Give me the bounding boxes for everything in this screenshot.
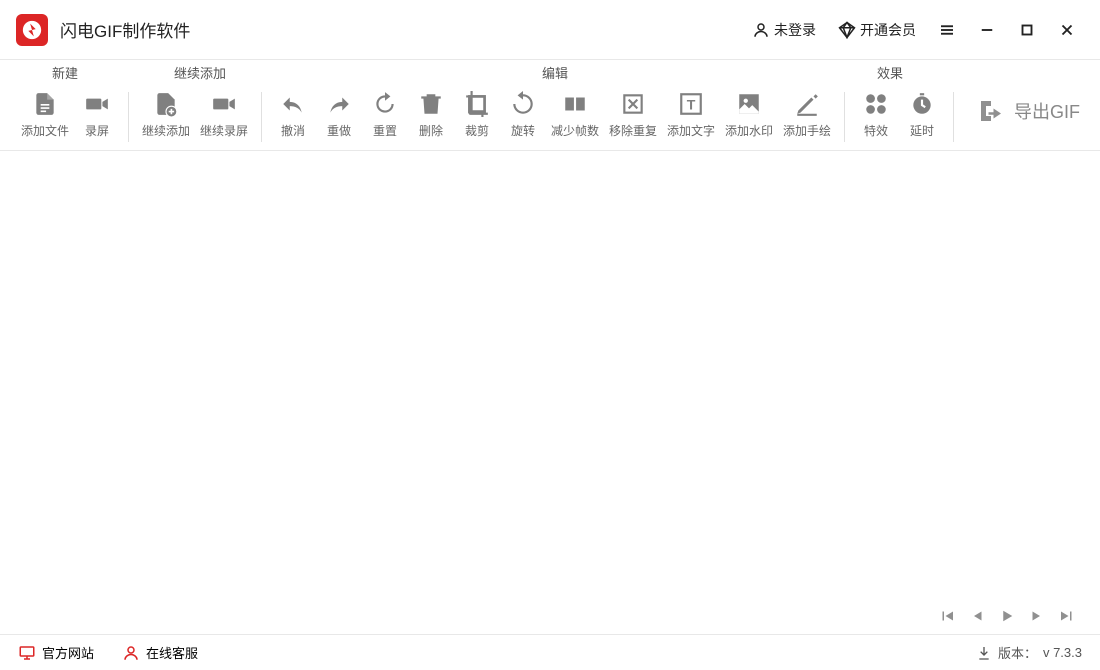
crop-button[interactable]: 裁剪 — [454, 88, 500, 141]
add-text-button[interactable]: T 添加文字 — [662, 88, 720, 141]
watermark-icon — [735, 90, 763, 118]
rotate-button[interactable]: 旋转 — [500, 88, 546, 141]
add-text-label: 添加文字 — [667, 122, 715, 139]
next-frame-button[interactable] — [1024, 603, 1050, 629]
crop-label: 裁剪 — [465, 122, 489, 139]
menu-button[interactable] — [930, 13, 964, 47]
continue-record-button[interactable]: 继续录屏 — [195, 88, 253, 141]
monitor-icon — [18, 644, 36, 662]
continue-add-label: 继续添加 — [142, 122, 190, 139]
export-gif-button[interactable]: 导出GIF — [962, 88, 1094, 134]
remove-duplicate-button[interactable]: 移除重复 — [604, 88, 662, 141]
close-button[interactable] — [1050, 13, 1084, 47]
header-new: 新建 — [0, 63, 130, 82]
reduce-frames-button[interactable]: 减少帧数 — [546, 88, 604, 141]
vip-button[interactable]: 开通会员 — [830, 14, 924, 46]
official-site-link[interactable]: 官方网站 — [18, 643, 94, 662]
add-file-label: 添加文件 — [21, 122, 69, 139]
vip-label: 开通会员 — [860, 20, 916, 40]
login-label: 未登录 — [774, 20, 816, 40]
header-effect: 效果 — [840, 63, 940, 82]
undo-label: 撤消 — [281, 122, 305, 139]
official-site-label: 官方网站 — [42, 643, 94, 662]
statusbar: 官方网站 在线客服 版本： v 7.3.3 — [0, 634, 1100, 670]
prev-frame-button[interactable] — [964, 603, 990, 629]
record-screen-button[interactable]: 录屏 — [74, 88, 120, 141]
minimize-button[interactable] — [970, 13, 1004, 47]
workspace — [0, 151, 1100, 598]
continue-record-label: 继续录屏 — [200, 122, 248, 139]
duplicate-x-icon — [619, 90, 647, 118]
customer-service-link[interactable]: 在线客服 — [122, 643, 198, 662]
file-icon — [31, 90, 59, 118]
playback-controls — [0, 598, 1100, 634]
delay-button[interactable]: 延时 — [899, 88, 945, 141]
add-watermark-label: 添加水印 — [725, 122, 773, 139]
version-label: 版本： — [998, 643, 1037, 662]
export-label: 导出GIF — [1014, 98, 1080, 124]
fx-button[interactable]: 特效 — [853, 88, 899, 141]
maximize-button[interactable] — [1010, 13, 1044, 47]
add-watermark-button[interactable]: 添加水印 — [720, 88, 778, 141]
delete-button[interactable]: 删除 — [408, 88, 454, 141]
text-icon: T — [677, 90, 705, 118]
play-button[interactable] — [994, 603, 1020, 629]
add-file-button[interactable]: 添加文件 — [16, 88, 74, 141]
camera-plus-icon — [210, 90, 238, 118]
frames-icon — [561, 90, 589, 118]
redo-label: 重做 — [327, 122, 351, 139]
camera-icon — [83, 90, 111, 118]
app-title: 闪电GIF制作软件 — [60, 17, 744, 42]
add-draw-button[interactable]: 添加手绘 — [778, 88, 836, 141]
header-edit: 编辑 — [270, 63, 840, 82]
remove-duplicate-label: 移除重复 — [609, 122, 657, 139]
fx-label: 特效 — [864, 122, 888, 139]
first-frame-button[interactable] — [934, 603, 960, 629]
reduce-frames-label: 减少帧数 — [551, 122, 599, 139]
headset-icon — [122, 644, 140, 662]
reset-button[interactable]: 重置 — [362, 88, 408, 141]
undo-button[interactable]: 撤消 — [270, 88, 316, 141]
rotate-label: 旋转 — [511, 122, 535, 139]
redo-button[interactable]: 重做 — [316, 88, 362, 141]
export-icon — [976, 96, 1006, 126]
svg-text:T: T — [687, 96, 696, 112]
rotate-icon — [509, 90, 537, 118]
reset-icon — [371, 90, 399, 118]
customer-service-label: 在线客服 — [146, 643, 198, 662]
titlebar: 闪电GIF制作软件 未登录 开通会员 — [0, 0, 1100, 60]
crop-icon — [463, 90, 491, 118]
delay-label: 延时 — [910, 122, 934, 139]
undo-icon — [279, 90, 307, 118]
trash-icon — [417, 90, 445, 118]
continue-add-button[interactable]: 继续添加 — [137, 88, 195, 141]
clock-icon — [908, 90, 936, 118]
pencil-icon — [793, 90, 821, 118]
fx-icon — [862, 90, 890, 118]
version-value: v 7.3.3 — [1043, 645, 1082, 660]
app-logo-icon — [16, 14, 48, 46]
reset-label: 重置 — [373, 122, 397, 139]
redo-icon — [325, 90, 353, 118]
add-draw-label: 添加手绘 — [783, 122, 831, 139]
download-icon[interactable] — [976, 645, 992, 661]
login-button[interactable]: 未登录 — [744, 14, 824, 46]
toolbar: 新建 继续添加 编辑 效果 添加文件 录屏 继续添加 — [0, 60, 1100, 151]
record-screen-label: 录屏 — [85, 122, 109, 139]
file-plus-icon — [152, 90, 180, 118]
last-frame-button[interactable] — [1054, 603, 1080, 629]
delete-label: 删除 — [419, 122, 443, 139]
header-continue: 继续添加 — [130, 63, 270, 82]
